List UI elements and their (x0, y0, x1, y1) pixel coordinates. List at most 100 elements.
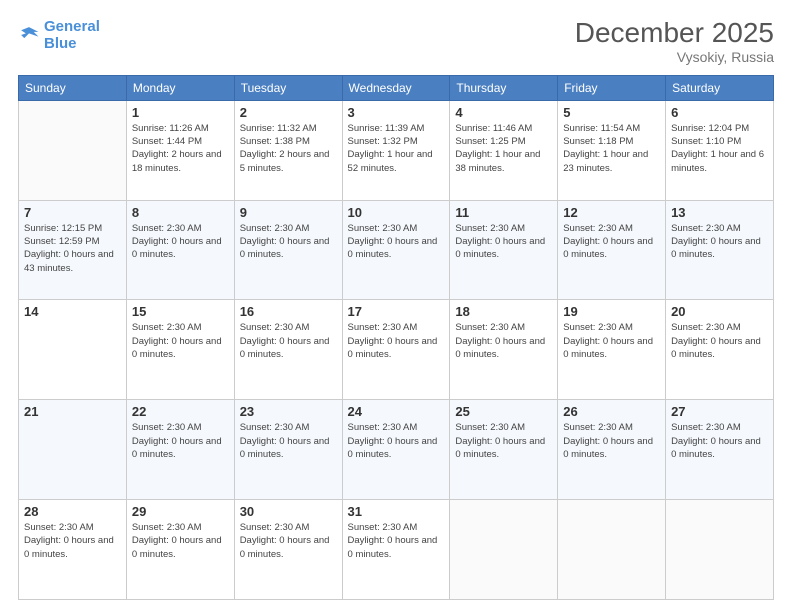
day-info: Sunset: 2:30 AM Daylight: 0 hours and 0 … (563, 321, 660, 361)
day-number: 6 (671, 105, 768, 120)
day-number: 28 (24, 504, 121, 519)
day-number: 26 (563, 404, 660, 419)
col-thursday: Thursday (450, 75, 558, 100)
day-number: 16 (240, 304, 337, 319)
day-number: 31 (348, 504, 445, 519)
day-info: Sunrise: 11:54 AM Sunset: 1:18 PM Daylig… (563, 122, 660, 175)
table-row: 29Sunset: 2:30 AM Daylight: 0 hours and … (126, 500, 234, 600)
table-row: 17Sunset: 2:30 AM Daylight: 0 hours and … (342, 300, 450, 400)
table-row: 11 Sunset: 2:30 AM Daylight: 0 hours and … (450, 200, 558, 300)
table-row: 20Sunset: 2:30 AM Daylight: 0 hours and … (666, 300, 774, 400)
day-info: Sunset: 2:30 AM Daylight: 0 hours and 0 … (563, 421, 660, 461)
month-year: December 2025 (575, 18, 774, 49)
col-friday: Friday (558, 75, 666, 100)
calendar-week-row: 21 22 Sunset: 2:30 AM Daylight: 0 hours an… (19, 400, 774, 500)
day-info: Sunset: 2:30 AM Daylight: 0 hours and 0 … (24, 521, 121, 561)
day-number: 2 (240, 105, 337, 120)
table-row: 13 Sunset: 2:30 AM Daylight: 0 hours and … (666, 200, 774, 300)
table-row: 30 Sunset: 2:30 AM Daylight: 0 hours and … (234, 500, 342, 600)
day-number: 29 (132, 504, 229, 519)
table-row: 7 Sunrise: 12:15 PM Sunset: 12:59 PM Dayl… (19, 200, 127, 300)
page: General Blue December 2025 Vysokiy, Russ… (0, 0, 792, 612)
calendar-week-row: 28 Sunset: 2:30 AM Daylight: 0 hours and … (19, 500, 774, 600)
logo-blue: Blue (44, 35, 100, 52)
table-row (558, 500, 666, 600)
table-row: 26 Sunset: 2:30 AM Daylight: 0 hours and … (558, 400, 666, 500)
day-number: 12 (563, 205, 660, 220)
day-number: 20 (671, 304, 768, 319)
day-info: Sunset: 2:30 AM Daylight: 0 hours and 0 … (455, 222, 552, 262)
day-number: 5 (563, 105, 660, 120)
table-row: 15 Sunset: 2:30 AM Daylight: 0 hours and … (126, 300, 234, 400)
day-number: 15 (132, 304, 229, 319)
day-number: 14 (24, 304, 121, 319)
table-row: 19 Sunset: 2:30 AM Daylight: 0 hours and … (558, 300, 666, 400)
day-number: 22 (132, 404, 229, 419)
day-number: 21 (24, 404, 121, 419)
logo-text: General Blue (44, 18, 100, 53)
logo-general: General (44, 18, 100, 35)
table-row: 25Sunset: 2:30 AM Daylight: 0 hours and … (450, 400, 558, 500)
col-monday: Monday (126, 75, 234, 100)
day-number: 24 (348, 404, 445, 419)
calendar-table: Sunday Monday Tuesday Wednesday Thursday… (18, 75, 774, 600)
table-row: 31 Sunset: 2:30 AM Daylight: 0 hours and … (342, 500, 450, 600)
day-number: 3 (348, 105, 445, 120)
day-info: Sunset: 2:30 AM Daylight: 0 hours and 0 … (240, 521, 337, 561)
table-row (666, 500, 774, 600)
table-row (450, 500, 558, 600)
table-row: 18 Sunset: 2:30 AM Daylight: 0 hours and … (450, 300, 558, 400)
table-row: 5 Sunrise: 11:54 AM Sunset: 1:18 PM Dayli… (558, 100, 666, 200)
table-row: 16 Sunset: 2:30 AM Daylight: 0 hours and … (234, 300, 342, 400)
col-wednesday: Wednesday (342, 75, 450, 100)
table-row: 4Sunrise: 11:46 AM Sunset: 1:25 PM Dayli… (450, 100, 558, 200)
day-info: Sunset: 2:30 AM Daylight: 0 hours and 0 … (240, 321, 337, 361)
day-info: Sunset: 2:30 AM Daylight: 0 hours and 0 … (132, 421, 229, 461)
table-row: 28 Sunset: 2:30 AM Daylight: 0 hours and … (19, 500, 127, 600)
calendar-week-row: 14 15 Sunset: 2:30 AM Daylight: 0 hours an… (19, 300, 774, 400)
day-info: Sunset: 2:30 AM Daylight: 0 hours and 0 … (348, 421, 445, 461)
day-info: Sunrise: 12:15 PM Sunset: 12:59 PM Dayli… (24, 222, 121, 275)
day-number: 30 (240, 504, 337, 519)
day-info: Sunset: 2:30 AM Daylight: 0 hours and 0 … (132, 321, 229, 361)
title-block: December 2025 Vysokiy, Russia (575, 18, 774, 65)
day-info: Sunrise: 11:32 AM Sunset: 1:38 PM Daylig… (240, 122, 337, 175)
logo: General Blue (18, 18, 100, 53)
day-number: 19 (563, 304, 660, 319)
day-info: Sunset: 2:30 AM Daylight: 0 hours and 0 … (240, 421, 337, 461)
day-info: Sunset: 2:30 AM Daylight: 0 hours and 0 … (348, 521, 445, 561)
table-row: 1Sunrise: 11:26 AM Sunset: 1:44 PM Dayli… (126, 100, 234, 200)
day-number: 13 (671, 205, 768, 220)
calendar-header-row: Sunday Monday Tuesday Wednesday Thursday… (19, 75, 774, 100)
table-row: 6 Sunrise: 12:04 PM Sunset: 1:10 PM Dayli… (666, 100, 774, 200)
table-row: 3 Sunrise: 11:39 AM Sunset: 1:32 PM Dayli… (342, 100, 450, 200)
col-sunday: Sunday (19, 75, 127, 100)
day-number: 7 (24, 205, 121, 220)
day-info: Sunset: 2:30 AM Daylight: 0 hours and 0 … (132, 222, 229, 262)
day-number: 8 (132, 205, 229, 220)
day-info: Sunset: 2:30 AM Daylight: 0 hours and 0 … (348, 321, 445, 361)
day-info: Sunset: 2:30 AM Daylight: 0 hours and 0 … (348, 222, 445, 262)
day-info: Sunrise: 11:46 AM Sunset: 1:25 PM Daylig… (455, 122, 552, 175)
day-number: 9 (240, 205, 337, 220)
day-info: Sunset: 2:30 AM Daylight: 0 hours and 0 … (671, 222, 768, 262)
day-info: Sunset: 2:30 AM Daylight: 0 hours and 0 … (455, 321, 552, 361)
day-number: 25 (455, 404, 552, 419)
logo-bird-icon (18, 24, 40, 46)
table-row: 2 Sunrise: 11:32 AM Sunset: 1:38 PM Dayli… (234, 100, 342, 200)
day-number: 11 (455, 205, 552, 220)
day-number: 23 (240, 404, 337, 419)
day-number: 18 (455, 304, 552, 319)
table-row: 24 Sunset: 2:30 AM Daylight: 0 hours and … (342, 400, 450, 500)
table-row: 23 Sunset: 2:30 AM Daylight: 0 hours and … (234, 400, 342, 500)
col-tuesday: Tuesday (234, 75, 342, 100)
day-number: 1 (132, 105, 229, 120)
table-row (19, 100, 127, 200)
day-info: Sunset: 2:30 AM Daylight: 0 hours and 0 … (240, 222, 337, 262)
calendar-week-row: 1Sunrise: 11:26 AM Sunset: 1:44 PM Dayli… (19, 100, 774, 200)
table-row: 22 Sunset: 2:30 AM Daylight: 0 hours and … (126, 400, 234, 500)
day-info: Sunrise: 12:04 PM Sunset: 1:10 PM Daylig… (671, 122, 768, 175)
day-info: Sunrise: 11:39 AM Sunset: 1:32 PM Daylig… (348, 122, 445, 175)
table-row: 12Sunset: 2:30 AM Daylight: 0 hours and … (558, 200, 666, 300)
table-row: 9 Sunset: 2:30 AM Daylight: 0 hours and 0… (234, 200, 342, 300)
